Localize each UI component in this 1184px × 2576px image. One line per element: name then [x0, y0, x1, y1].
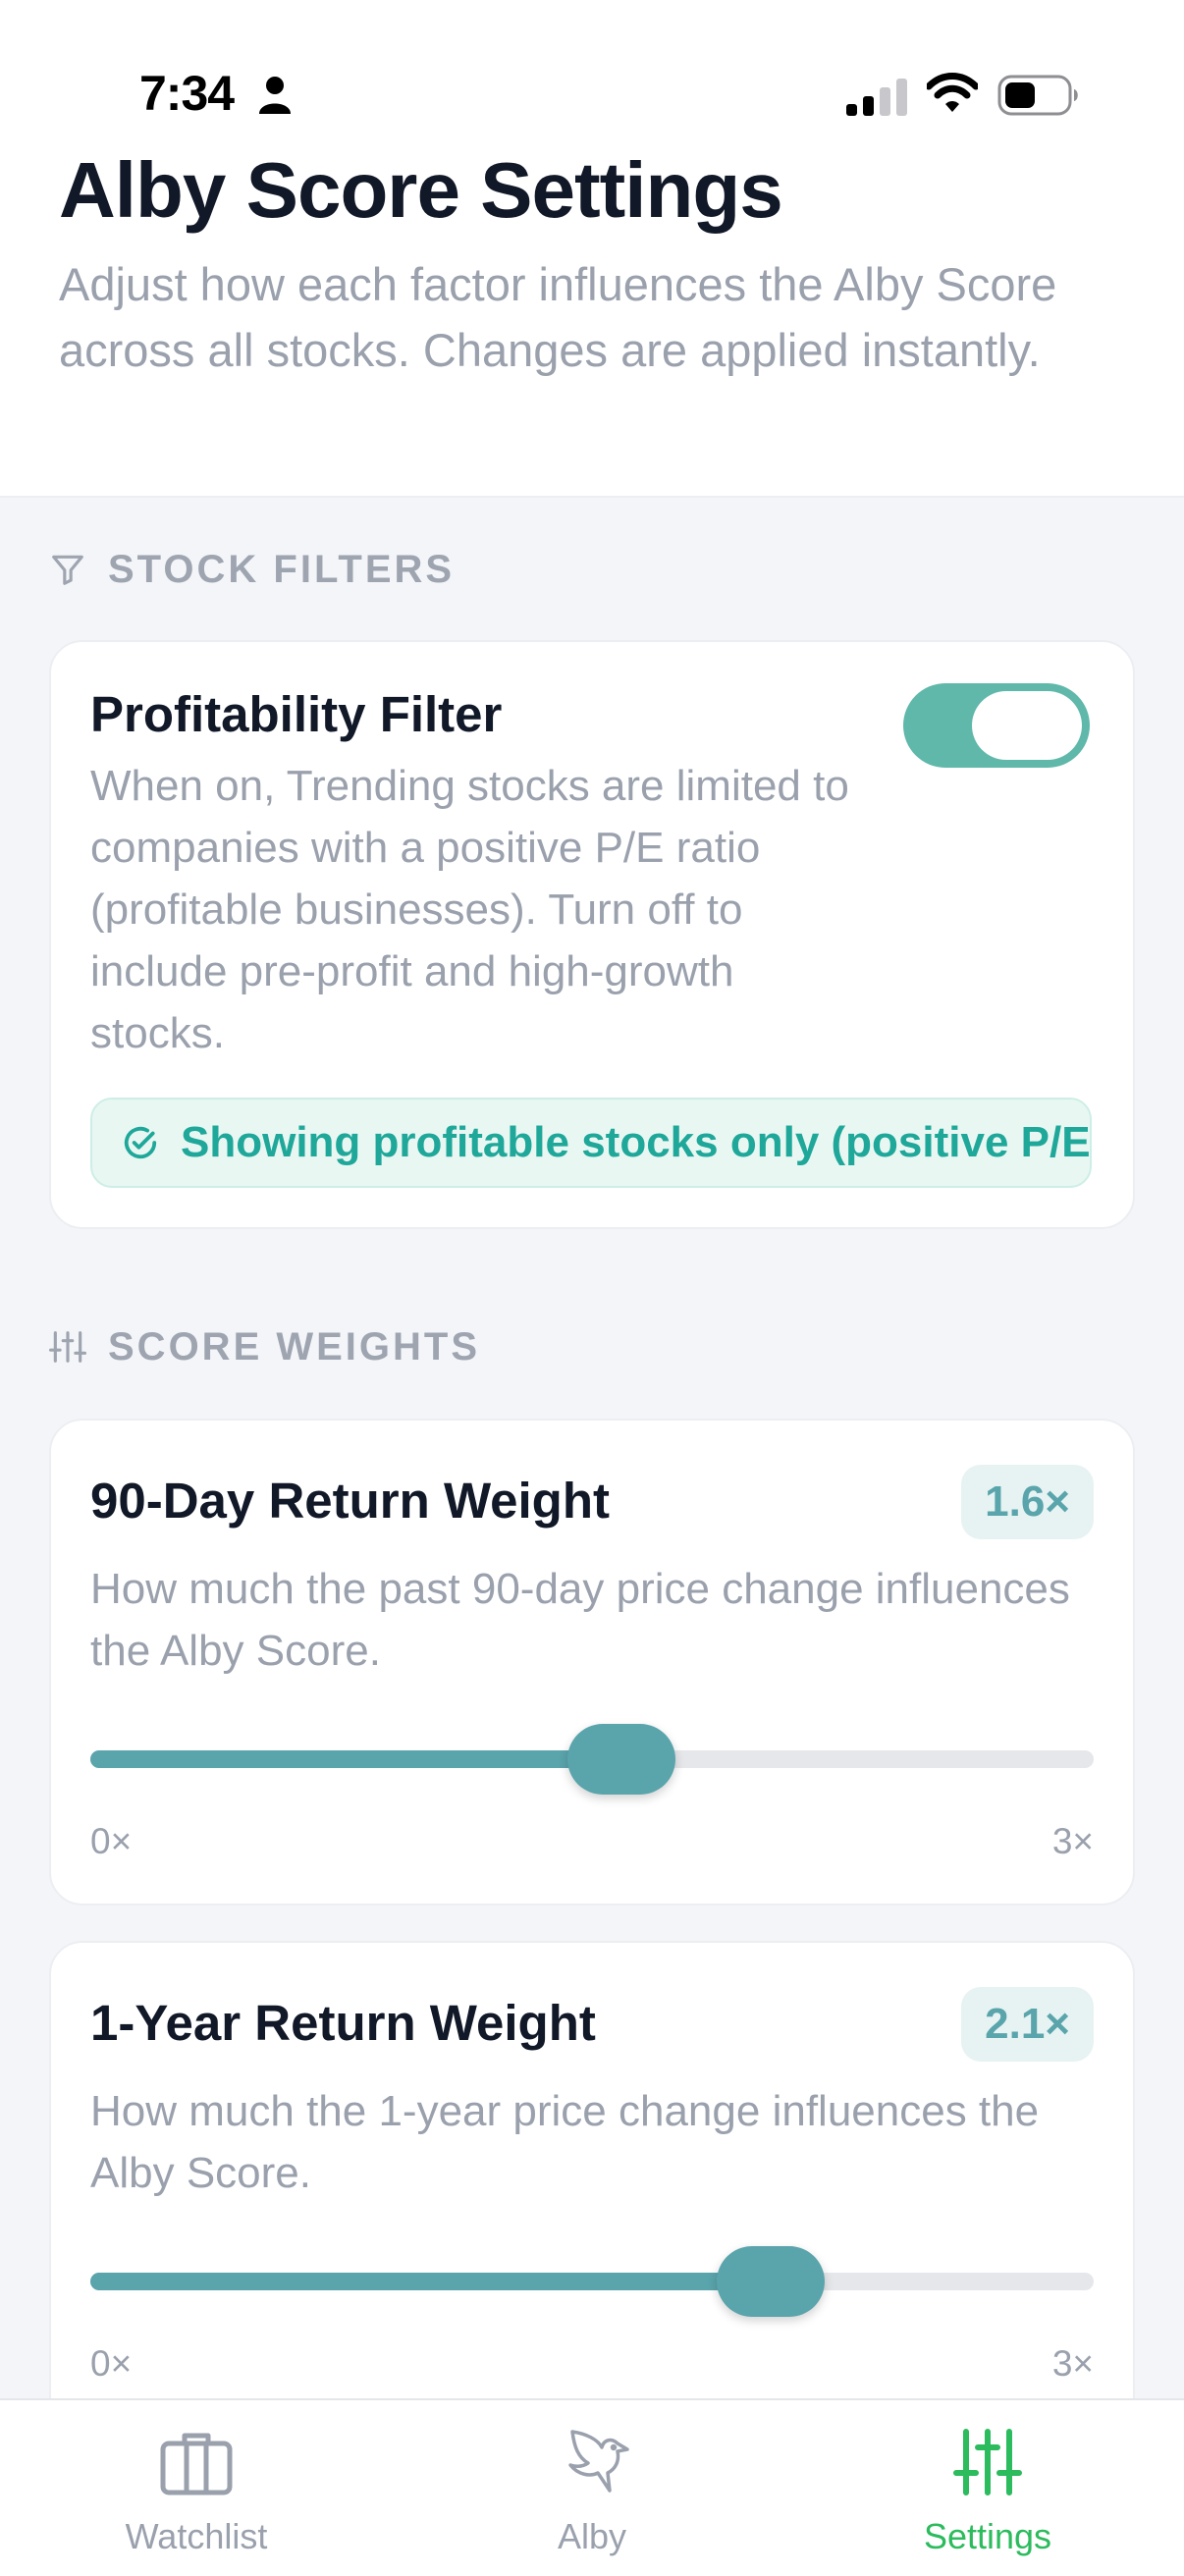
tab-label: Watchlist [125, 2516, 268, 2556]
weight-value-badge: 2.1× [961, 1987, 1094, 2062]
score-weights-label: SCORE WEIGHTS [108, 1324, 481, 1368]
weight-slider-fill [90, 1750, 622, 1768]
filter-status-banner: Showing profitable stocks only (positive… [90, 1098, 1092, 1188]
profitability-filter-title: Profitability Filter [90, 686, 503, 742]
weight-card-90-day: 90-Day Return Weight 1.6× How much the p… [49, 1419, 1135, 1905]
stock-filters-header: STOCK FILTERS [49, 545, 455, 594]
weight-slider-thumb[interactable] [567, 1724, 676, 1795]
weight-description: How much the 1-year price change influen… [90, 2087, 1040, 2197]
bird-icon [568, 2430, 629, 2493]
cellular-signal-icon [846, 79, 907, 116]
slider-max-label: 3× [1051, 2343, 1094, 2384]
page-description: Adjust how each factor influences the Al… [59, 258, 1057, 376]
slider-min-label: 0× [90, 1821, 133, 1861]
slider-min-label: 0× [90, 2343, 133, 2384]
profitability-filter-card: Profitability Filter When on, Trending s… [49, 640, 1135, 1229]
score-weights-header: SCORE WEIGHTS [49, 1322, 480, 1371]
weight-description: How much the past 90-day price change in… [90, 1565, 1070, 1675]
slider-max-label: 3× [1051, 1821, 1094, 1861]
tab-label: Alby [557, 2516, 627, 2556]
profitability-toggle[interactable] [903, 683, 1090, 768]
sliders-icon [49, 1331, 86, 1363]
weight-slider-fill [90, 2273, 772, 2290]
weight-slider-track[interactable] [90, 2246, 1094, 2317]
wifi-icon [927, 73, 978, 112]
tab-alby[interactable]: Alby [396, 2400, 788, 2576]
tab-label: Settings [923, 2516, 1052, 2556]
check-circle-icon [124, 1126, 157, 1159]
sliders-icon [953, 2429, 1022, 2496]
tab-watchlist[interactable]: Watchlist [0, 2400, 393, 2576]
weight-slider-track[interactable] [90, 1724, 1094, 1795]
tab-bar: Watchlist Alby Settings [0, 2398, 1184, 2576]
weight-title: 1-Year Return Weight [90, 1995, 596, 2051]
filter-status-text: Showing profitable stocks only (positive… [181, 1118, 1092, 1166]
status-time: 7:34 [139, 66, 235, 121]
weight-slider-thumb[interactable] [717, 2246, 826, 2317]
stock-filters-label: STOCK FILTERS [108, 547, 456, 591]
weight-value-badge: 1.6× [961, 1465, 1094, 1539]
briefcase-icon [160, 2433, 233, 2496]
toggle-knob [972, 691, 1082, 760]
battery-icon [997, 75, 1078, 116]
filter-icon [52, 555, 83, 585]
tab-settings[interactable]: Settings [791, 2400, 1184, 2576]
person-icon [259, 77, 291, 114]
weight-title: 90-Day Return Weight [90, 1473, 610, 1529]
page-title: Alby Score Settings [59, 146, 783, 234]
header-area: 7:34 Alby Score Settings Adjust how each… [0, 0, 1184, 498]
profitability-filter-description: When on, Trending stocks are limited to … [90, 762, 849, 1057]
